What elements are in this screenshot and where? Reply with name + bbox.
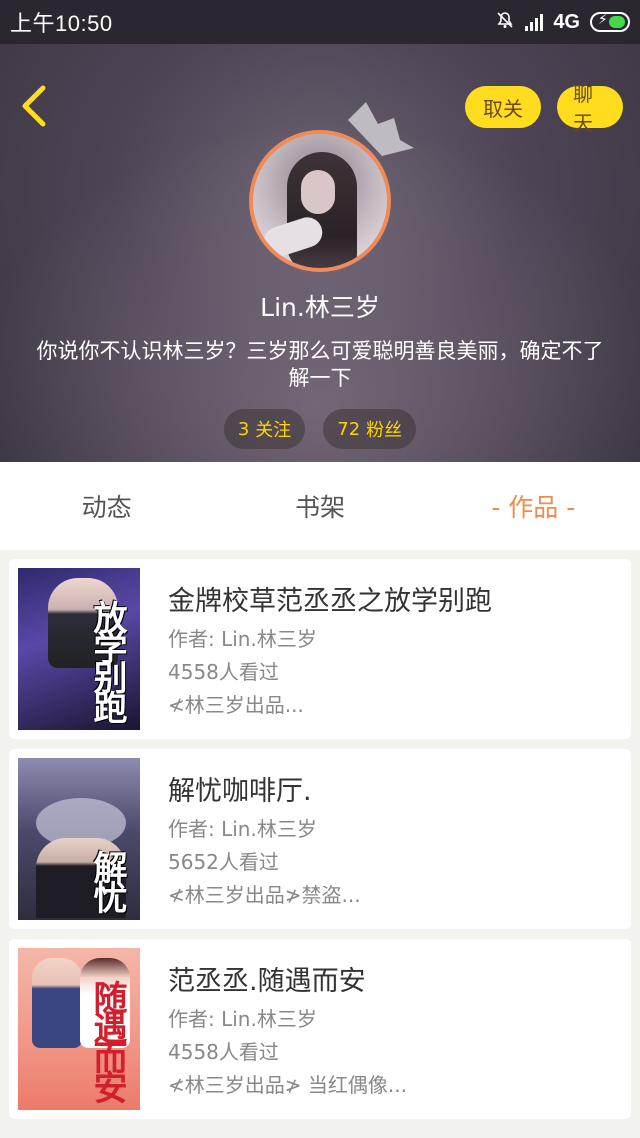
tab-activity[interactable]: 动态 — [0, 462, 213, 550]
following-count: 3 — [237, 418, 250, 440]
work-title: 解忧咖啡厅. — [168, 776, 312, 807]
network-type: 4G — [553, 10, 580, 33]
tab-works[interactable]: - 作品 - — [427, 462, 640, 550]
work-views: 4558人看过 — [168, 660, 279, 684]
avatar[interactable] — [249, 130, 391, 272]
cover-title: 随遇而安 — [87, 980, 127, 1100]
followers-label: 粉丝 — [366, 420, 403, 441]
work-author: 作者: Lin.林三岁 — [168, 1007, 317, 1031]
work-views: 4558人看过 — [168, 1040, 279, 1064]
battery-icon — [590, 12, 630, 32]
work-author: 作者: Lin.林三岁 — [168, 627, 317, 651]
followers-count: 72 — [337, 418, 361, 440]
status-time: 上午10:50 — [10, 11, 113, 36]
status-bar: 上午10:50 4G — [0, 0, 640, 44]
work-author: 作者: Lin.林三岁 — [168, 817, 317, 841]
unfollow-button[interactable]: 取关 — [465, 86, 541, 128]
work-tags: ≮林三岁出品... — [168, 693, 304, 717]
chat-button[interactable]: 聊天 — [557, 82, 623, 135]
book-cover: 随遇而安 — [18, 948, 140, 1110]
work-title: 金牌校草范丞丞之放学别跑 — [168, 586, 492, 617]
profile-header: 上午10:50 4G 取关 聊天 Lin.林三岁 你说你不认识林三岁？三岁那么可… — [0, 0, 640, 462]
work-tags: ≮林三岁出品≯禁盗... — [168, 883, 361, 907]
list-item[interactable]: 解忧 解忧咖啡厅. 作者: Lin.林三岁 5652人看过 ≮林三岁出品≯禁盗.… — [9, 749, 631, 929]
signal-icon — [525, 13, 544, 31]
work-tags: ≮林三岁出品≯ 当红偶像... — [168, 1073, 407, 1097]
following-label: 关注 — [255, 420, 292, 441]
followers-stat[interactable]: 72 粉丝 — [323, 409, 417, 449]
works-list: 放学别跑 金牌校草范丞丞之放学别跑 作者: Lin.林三岁 4558人看过 ≮林… — [0, 550, 640, 1129]
following-stat[interactable]: 3 关注 — [223, 409, 306, 449]
username: Lin.林三岁 — [260, 293, 380, 322]
cover-title: 解忧 — [87, 850, 127, 910]
tab-bar: 动态 书架 - 作品 - — [0, 462, 640, 550]
list-item[interactable]: 随遇而安 范丞丞.随遇而安 作者: Lin.林三岁 4558人看过 ≮林三岁出品… — [9, 939, 631, 1119]
chevron-left-icon — [22, 85, 46, 127]
mute-bell-icon — [495, 10, 515, 35]
work-title: 范丞丞.随遇而安 — [168, 966, 366, 997]
back-button[interactable] — [14, 84, 54, 128]
book-cover: 放学别跑 — [18, 568, 140, 730]
user-bio: 你说你不认识林三岁？三岁那么可爱聪明善良美丽，确定不了解一下 — [36, 339, 604, 390]
tab-bookshelf[interactable]: 书架 — [213, 462, 426, 550]
list-item[interactable]: 放学别跑 金牌校草范丞丞之放学别跑 作者: Lin.林三岁 4558人看过 ≮林… — [9, 559, 631, 739]
book-cover: 解忧 — [18, 758, 140, 920]
work-views: 5652人看过 — [168, 850, 279, 874]
cover-title: 放学别跑 — [87, 600, 127, 720]
